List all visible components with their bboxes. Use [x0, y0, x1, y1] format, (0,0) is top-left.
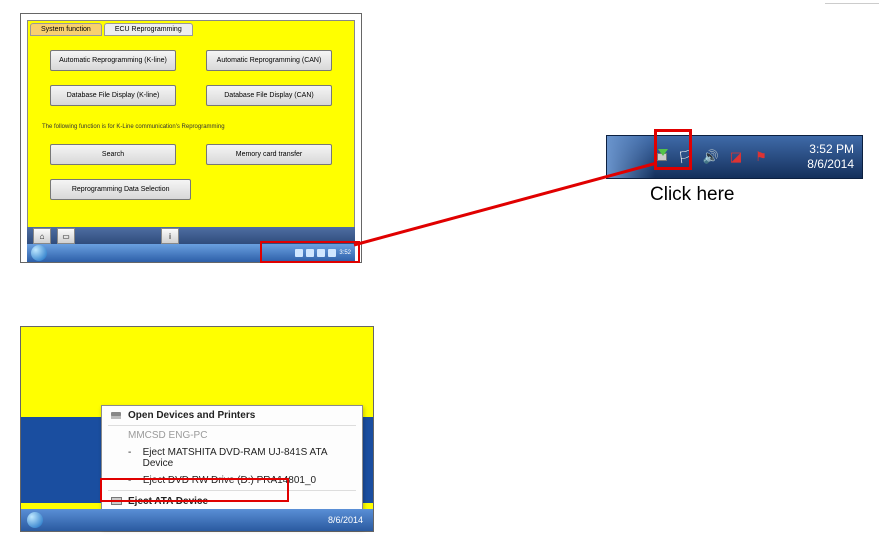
- systray-datetime[interactable]: 3:52 PM 8/6/2014: [799, 142, 862, 172]
- btn-auto-reprog-kline[interactable]: Automatic Reprogramming (K-line): [50, 50, 176, 71]
- cm-open-devices-printers[interactable]: Open Devices and Printers: [102, 406, 362, 424]
- cm-item-label: Eject MATSHITA DVD-RAM UJ-841S ATA Devic…: [143, 447, 354, 469]
- security-icon[interactable]: ⚑: [753, 149, 769, 165]
- btn-db-file-kline[interactable]: Database File Display (K-line): [50, 85, 176, 106]
- application-window: System function ECU Reprogramming Automa…: [27, 20, 355, 230]
- tab-system-function[interactable]: System function: [30, 23, 102, 36]
- start-button[interactable]: [31, 245, 47, 261]
- callout-eject-rect: [100, 478, 289, 502]
- click-here-label: Click here: [650, 184, 734, 206]
- start-button[interactable]: [27, 512, 43, 528]
- page-icon[interactable]: ▭: [57, 228, 75, 244]
- systray-zoom: 🏳 🔊 ◪ ⚑ 3:52 PM 8/6/2014: [606, 135, 863, 179]
- btn-memory-card-transfer[interactable]: Memory card transfer: [206, 144, 332, 165]
- callout-target-rect: [654, 129, 692, 170]
- callout-source-rect: [260, 241, 360, 263]
- note-kline: The following function is for K-Line com…: [42, 124, 340, 130]
- volume-icon[interactable]: 🔊: [703, 149, 719, 165]
- btn-search[interactable]: Search: [50, 144, 176, 165]
- screenshot-ecu-reprogramming: System function ECU Reprogramming Automa…: [20, 13, 362, 263]
- home-icon[interactable]: ⌂: [33, 228, 51, 244]
- printer-icon: [110, 409, 122, 421]
- network-icon[interactable]: ◪: [728, 149, 744, 165]
- windows-taskbar: 8/6/2014: [21, 509, 373, 531]
- btn-db-file-can[interactable]: Database File Display (CAN): [206, 85, 332, 106]
- cm-eject-matshita[interactable]: - Eject MATSHITA DVD-RAM UJ-841S ATA Dev…: [102, 444, 362, 472]
- btn-reprog-data-selection[interactable]: Reprogramming Data Selection: [50, 179, 191, 200]
- info-icon[interactable]: i: [161, 228, 179, 244]
- cm-device-group: MMCSD ENG-PC: [102, 427, 362, 444]
- taskbar-date: 8/6/2014: [318, 515, 373, 525]
- btn-auto-reprog-can[interactable]: Automatic Reprogramming (CAN): [206, 50, 332, 71]
- systray-time: 3:52 PM: [807, 142, 854, 157]
- systray-date: 8/6/2014: [807, 157, 854, 172]
- cm-header-label: Open Devices and Printers: [128, 410, 255, 421]
- tab-ecu-reprogramming[interactable]: ECU Reprogramming: [104, 23, 193, 36]
